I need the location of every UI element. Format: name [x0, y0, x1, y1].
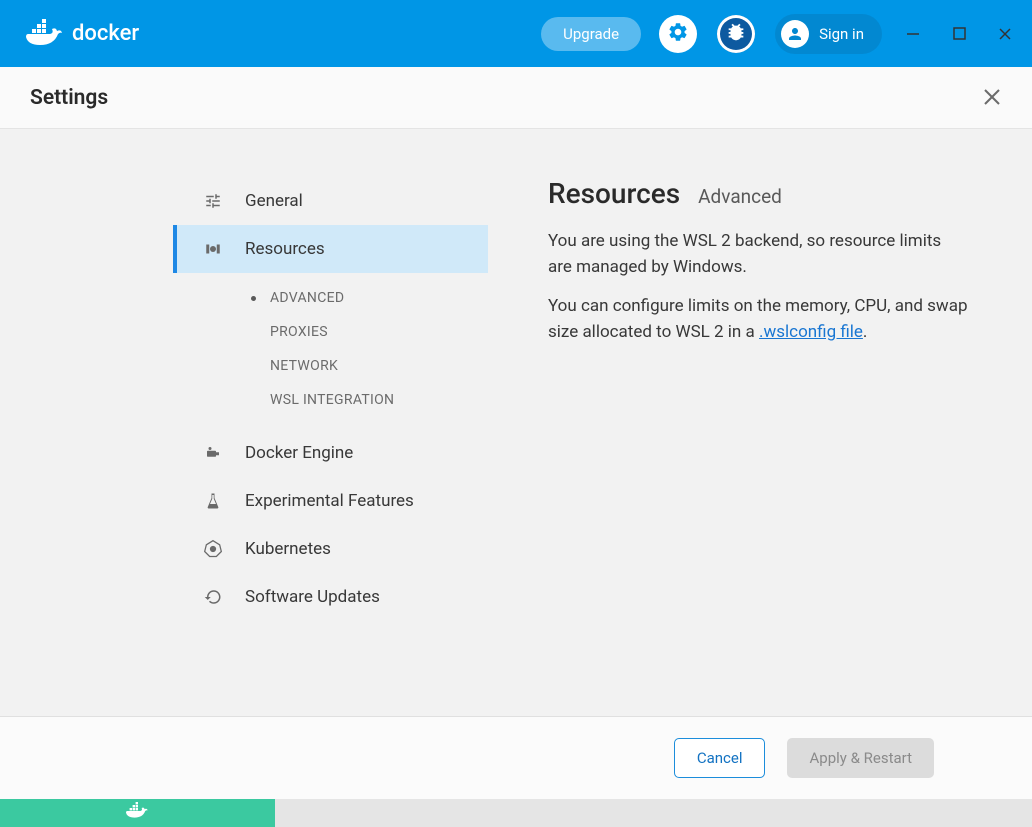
nav-software-updates[interactable]: Software Updates [173, 573, 488, 621]
close-window-button[interactable] [996, 25, 1014, 43]
whale-icon [125, 802, 151, 824]
content-paragraph: You can configure limits on the memory, … [548, 293, 968, 346]
nav-label: Experimental Features [245, 491, 414, 511]
subnav-advanced[interactable]: ADVANCED [173, 281, 488, 315]
status-indicator[interactable] [0, 799, 275, 827]
troubleshoot-icon-button[interactable] [717, 15, 755, 53]
subnav-wsl-integration[interactable]: WSL INTEGRATION [173, 383, 488, 417]
gear-icon [667, 21, 689, 47]
page-title: Settings [30, 86, 108, 110]
resources-icon [203, 239, 223, 259]
settings-body: General Resources ADVANCED PROXIES NETWO… [0, 129, 1032, 716]
docker-logo[interactable]: docker [26, 19, 139, 49]
content-paragraph: You are using the WSL 2 backend, so reso… [548, 228, 968, 281]
engine-icon [203, 443, 223, 463]
content-heading: Resources Advanced [548, 177, 968, 210]
bug-icon [725, 21, 747, 47]
nav-docker-engine[interactable]: Docker Engine [173, 429, 488, 477]
cancel-button[interactable]: Cancel [674, 738, 766, 778]
subnav-proxies[interactable]: PROXIES [173, 315, 488, 349]
text-span: You can configure limits on the memory, … [548, 296, 968, 342]
resources-subnav: ADVANCED PROXIES NETWORK WSL INTEGRATION [173, 273, 488, 429]
close-settings-button[interactable] [982, 87, 1004, 109]
subnav-label: ADVANCED [270, 290, 344, 306]
settings-footer: Cancel Apply & Restart [0, 716, 1032, 799]
content-pane: Resources Advanced You are using the WSL… [488, 177, 1032, 716]
nav-kubernetes[interactable]: Kubernetes [173, 525, 488, 573]
content-title: Resources [548, 177, 680, 210]
text-span: . [863, 322, 867, 342]
bullet-icon [251, 296, 256, 301]
statusbar [0, 799, 1032, 827]
minimize-button[interactable] [904, 25, 922, 43]
apply-restart-button[interactable]: Apply & Restart [787, 738, 934, 778]
subnav-label: NETWORK [270, 358, 338, 374]
nav-general[interactable]: General [173, 177, 488, 225]
content-subtitle: Advanced [698, 185, 782, 208]
whale-icon [26, 19, 66, 49]
nav-label: Kubernetes [245, 539, 331, 559]
avatar-icon [781, 20, 809, 48]
maximize-button[interactable] [950, 25, 968, 43]
signin-button[interactable]: Sign in [775, 14, 882, 54]
settings-icon-button[interactable] [659, 15, 697, 53]
subnav-label: WSL INTEGRATION [270, 392, 394, 408]
kubernetes-icon [203, 539, 223, 559]
nav-label: General [245, 191, 303, 211]
nav-label: Docker Engine [245, 443, 353, 463]
wslconfig-link[interactable]: .wslconfig file [759, 322, 863, 342]
settings-header: Settings [0, 67, 1032, 129]
upgrade-button[interactable]: Upgrade [541, 17, 641, 51]
update-icon [203, 587, 223, 607]
sliders-icon [203, 191, 223, 211]
nav-label: Software Updates [245, 587, 380, 607]
nav-experimental[interactable]: Experimental Features [173, 477, 488, 525]
brand-text: docker [72, 21, 139, 46]
nav-label: Resources [245, 239, 325, 259]
window-controls [904, 25, 1014, 43]
flask-icon [203, 491, 223, 511]
signin-label: Sign in [819, 25, 864, 43]
nav-resources[interactable]: Resources [173, 225, 488, 273]
subnav-label: PROXIES [270, 324, 328, 340]
titlebar: docker Upgrade Sign in [0, 0, 1032, 67]
subnav-network[interactable]: NETWORK [173, 349, 488, 383]
settings-sidebar: General Resources ADVANCED PROXIES NETWO… [0, 177, 488, 716]
